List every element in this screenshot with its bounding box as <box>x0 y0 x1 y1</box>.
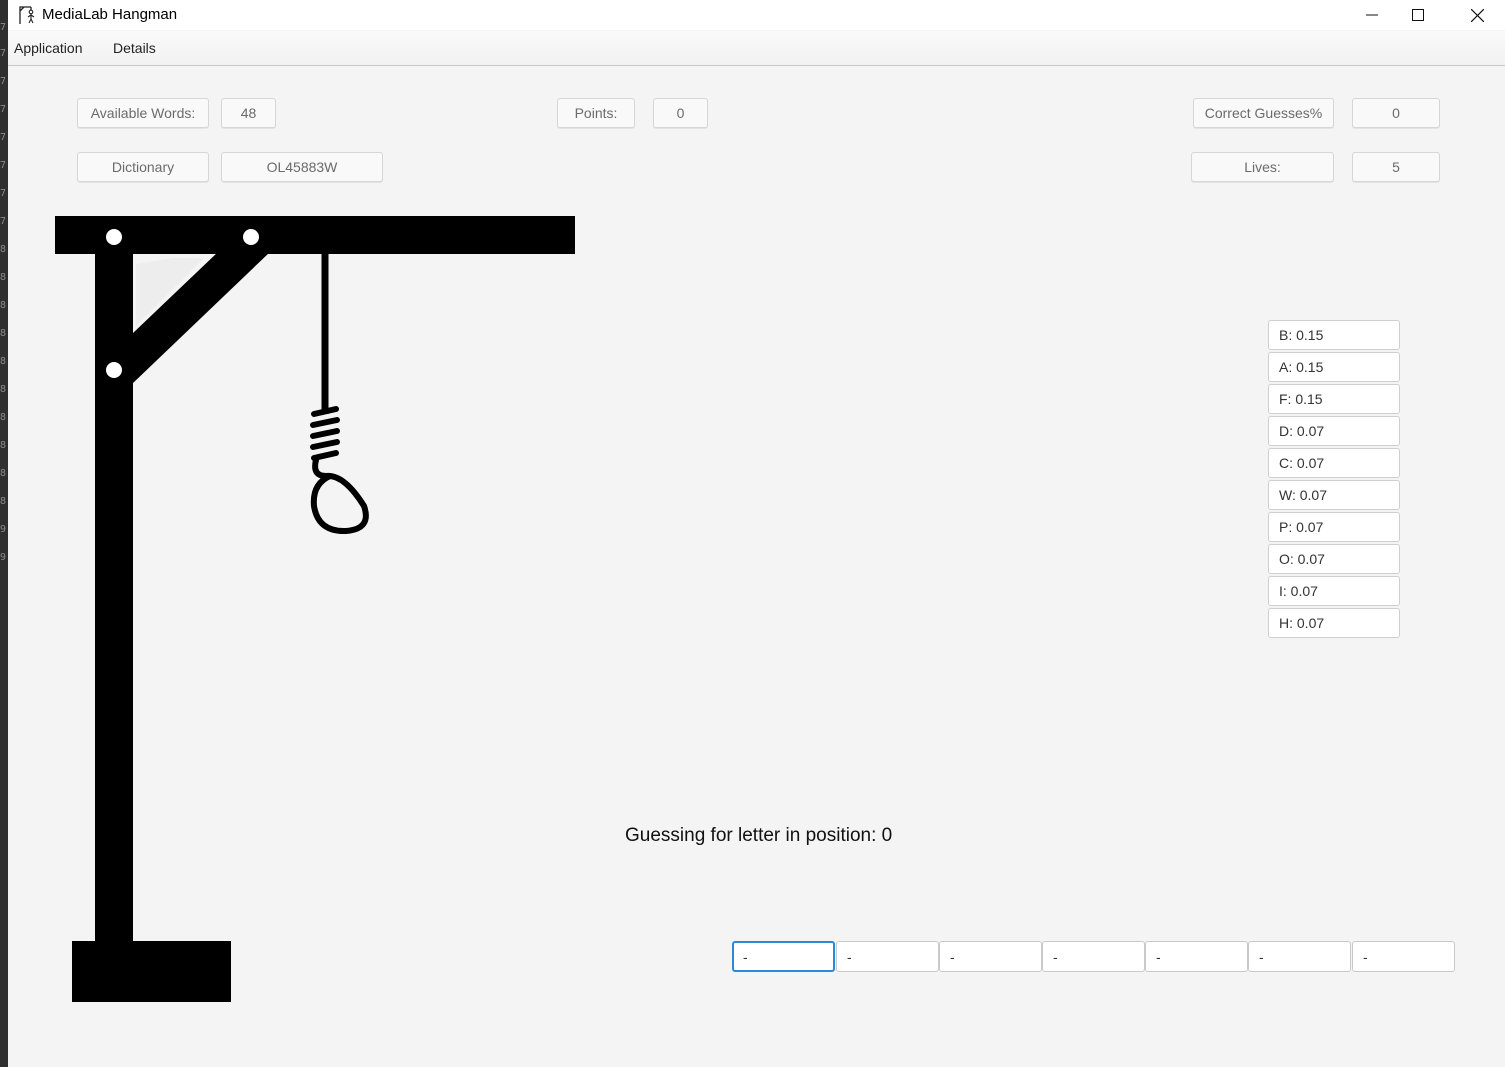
title-bar: MediaLab Hangman <box>8 0 1505 30</box>
maximize-icon <box>1412 9 1424 21</box>
word-letter-slot-1[interactable]: - <box>732 941 835 972</box>
letter-probability-item: H: 0.07 <box>1268 608 1400 638</box>
lives-value: 5 <box>1352 152 1440 182</box>
points-value: 0 <box>653 98 708 128</box>
word-letter-slot-6[interactable]: - <box>1248 941 1351 972</box>
gallows-image <box>55 216 575 1002</box>
word-letter-slot-7[interactable]: - <box>1352 941 1455 972</box>
word-letter-slot-3[interactable]: - <box>939 941 1042 972</box>
word-letter-slot-4[interactable]: - <box>1042 941 1145 972</box>
lives-label: Lives: <box>1191 152 1334 182</box>
maximize-button[interactable] <box>1395 0 1441 30</box>
menu-details[interactable]: Details <box>113 40 156 56</box>
background-editor-strip: 77777777888888888899 <box>0 0 8 1067</box>
close-icon <box>1470 8 1484 22</box>
window-title: MediaLab Hangman <box>42 6 178 23</box>
close-button[interactable] <box>1454 0 1500 30</box>
letter-probability-item: B: 0.15 <box>1268 320 1400 350</box>
letter-probability-item: O: 0.07 <box>1268 544 1400 574</box>
word-letter-slot-5[interactable]: - <box>1145 941 1248 972</box>
hangman-window: MediaLab Hangman Application Details Ava… <box>8 0 1505 1067</box>
available-words-label: Available Words: <box>77 98 209 128</box>
letter-probability-item: C: 0.07 <box>1268 448 1400 478</box>
points-label: Points: <box>557 98 635 128</box>
word-letter-slot-2[interactable]: - <box>836 941 939 972</box>
hangman-app-icon <box>19 6 35 24</box>
letter-probability-item: I: 0.07 <box>1268 576 1400 606</box>
guess-position-label: Guessing for letter in position: 0 <box>625 825 893 846</box>
correct-guesses-label: Correct Guesses% <box>1193 98 1334 128</box>
menu-application[interactable]: Application <box>14 40 83 56</box>
letter-probability-item: D: 0.07 <box>1268 416 1400 446</box>
letter-probability-item: F: 0.15 <box>1268 384 1400 414</box>
available-words-value: 48 <box>221 98 276 128</box>
dictionary-id-value: OL45883W <box>221 152 383 182</box>
minimize-button[interactable] <box>1349 0 1395 30</box>
minimize-icon <box>1366 14 1378 16</box>
dictionary-label: Dictionary <box>77 152 209 182</box>
menu-bar: Application Details <box>8 31 1505 66</box>
letter-probability-item: W: 0.07 <box>1268 480 1400 510</box>
correct-guesses-value: 0 <box>1352 98 1440 128</box>
letter-probability-item: P: 0.07 <box>1268 512 1400 542</box>
letter-probability-item: A: 0.15 <box>1268 352 1400 382</box>
